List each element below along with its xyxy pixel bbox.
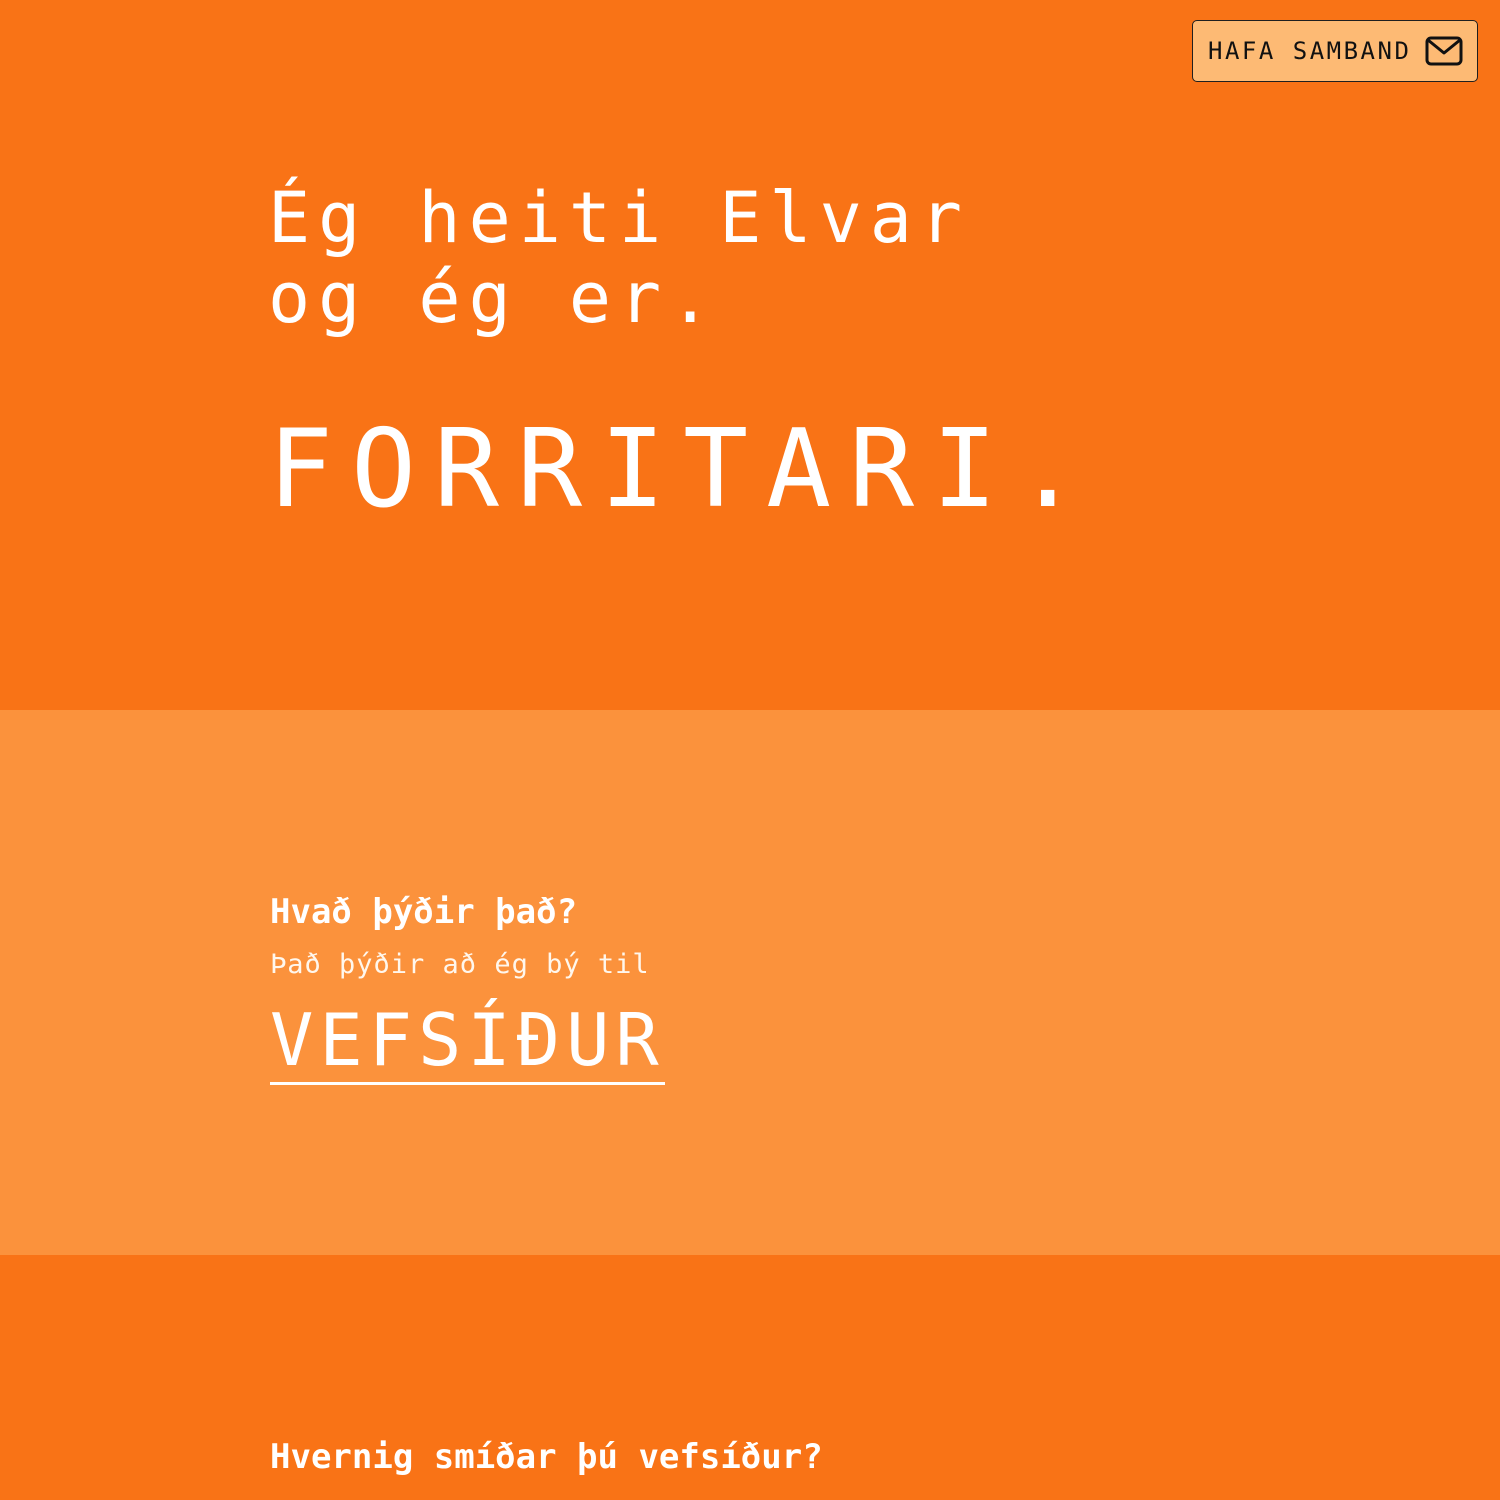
intro-line-2: og ég er.	[268, 257, 720, 339]
hero-section: Ég heiti Elvar og ég er. FORRITARI.	[0, 0, 1500, 710]
how-question: Hvernig smíðar þú vefsíður?	[270, 1437, 823, 1477]
how-section: Hvernig smíðar þú vefsíður?	[0, 1255, 1500, 1500]
websites-link[interactable]: VEFSÍÐUR	[270, 1000, 665, 1085]
contact-button-label: HAFA SAMBAND	[1208, 37, 1412, 65]
contact-button[interactable]: HAFA SAMBAND	[1192, 20, 1478, 82]
intro-heading: Ég heiti Elvar og ég er.	[268, 178, 970, 338]
what-section: Hvað þýðir það? Það þýðir að ég bý til V…	[0, 710, 1500, 1255]
what-question: Hvað þýðir það?	[270, 892, 578, 932]
mail-icon	[1425, 36, 1463, 66]
what-answer: Það þýðir að ég bý til	[270, 949, 650, 980]
page: Ég heiti Elvar og ég er. FORRITARI. Hvað…	[0, 0, 1500, 1500]
intro-line-1: Ég heiti Elvar	[268, 177, 971, 259]
role-title: FORRITARI.	[268, 407, 1099, 532]
